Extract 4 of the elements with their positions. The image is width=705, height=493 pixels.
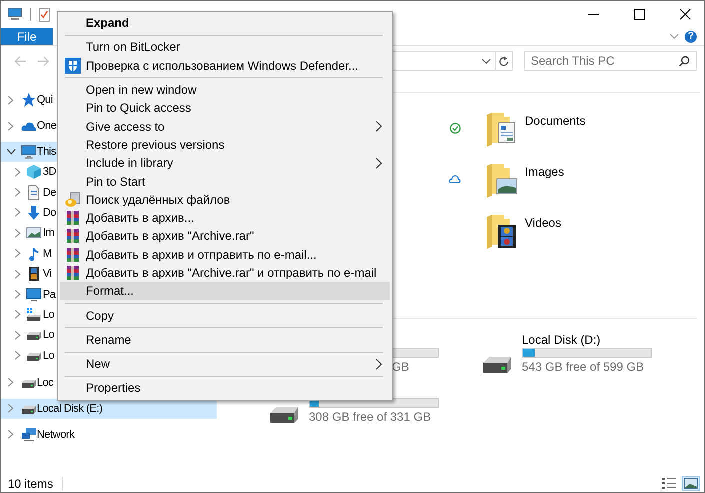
free-space-text: 308 GB free of 331 GB [309, 410, 432, 424]
free-space-text: GB [392, 360, 410, 374]
free-space-text: 543 GB free of 599 GB [522, 360, 646, 374]
item-count: 10 items [8, 476, 64, 490]
